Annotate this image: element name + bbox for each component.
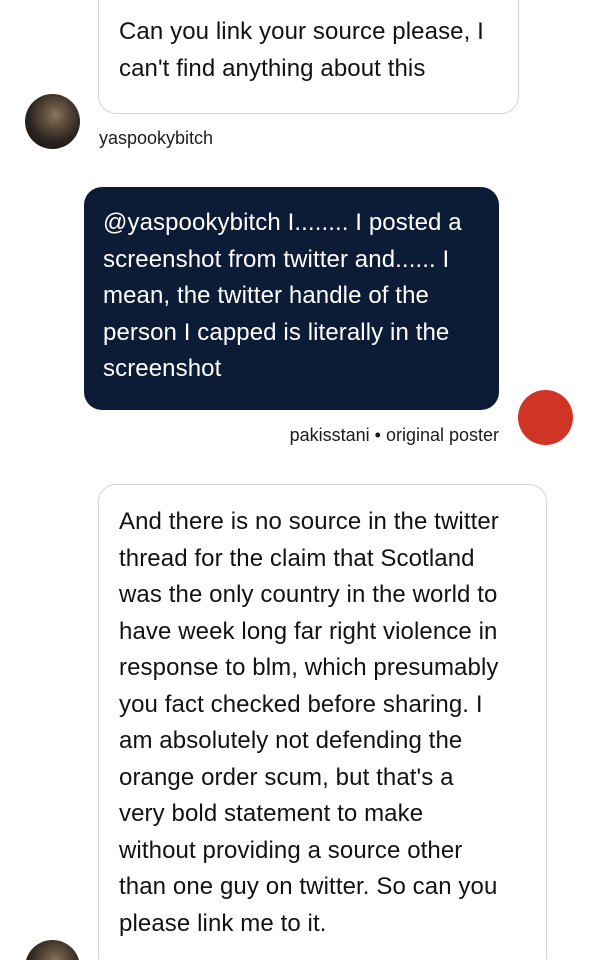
message-bubble-op: @yaspookybitch I........ I posted a scre… — [84, 187, 499, 410]
reply-meta: pakisstani • original poster — [290, 425, 499, 446]
username-link[interactable]: pakisstani — [290, 425, 370, 445]
avatar-op[interactable] — [518, 390, 573, 445]
original-poster-badge: original poster — [385, 425, 499, 445]
reply-thread: Can you link your source please, I can't… — [0, 0, 598, 960]
username-link[interactable]: yaspookybitch — [99, 128, 213, 149]
avatar[interactable] — [25, 940, 80, 960]
message-bubble: Can you link your source please, I can't… — [98, 0, 519, 114]
separator-dot: • — [374, 425, 381, 445]
avatar[interactable] — [25, 94, 80, 149]
message-bubble: And there is no source in the twitter th… — [98, 484, 547, 960]
